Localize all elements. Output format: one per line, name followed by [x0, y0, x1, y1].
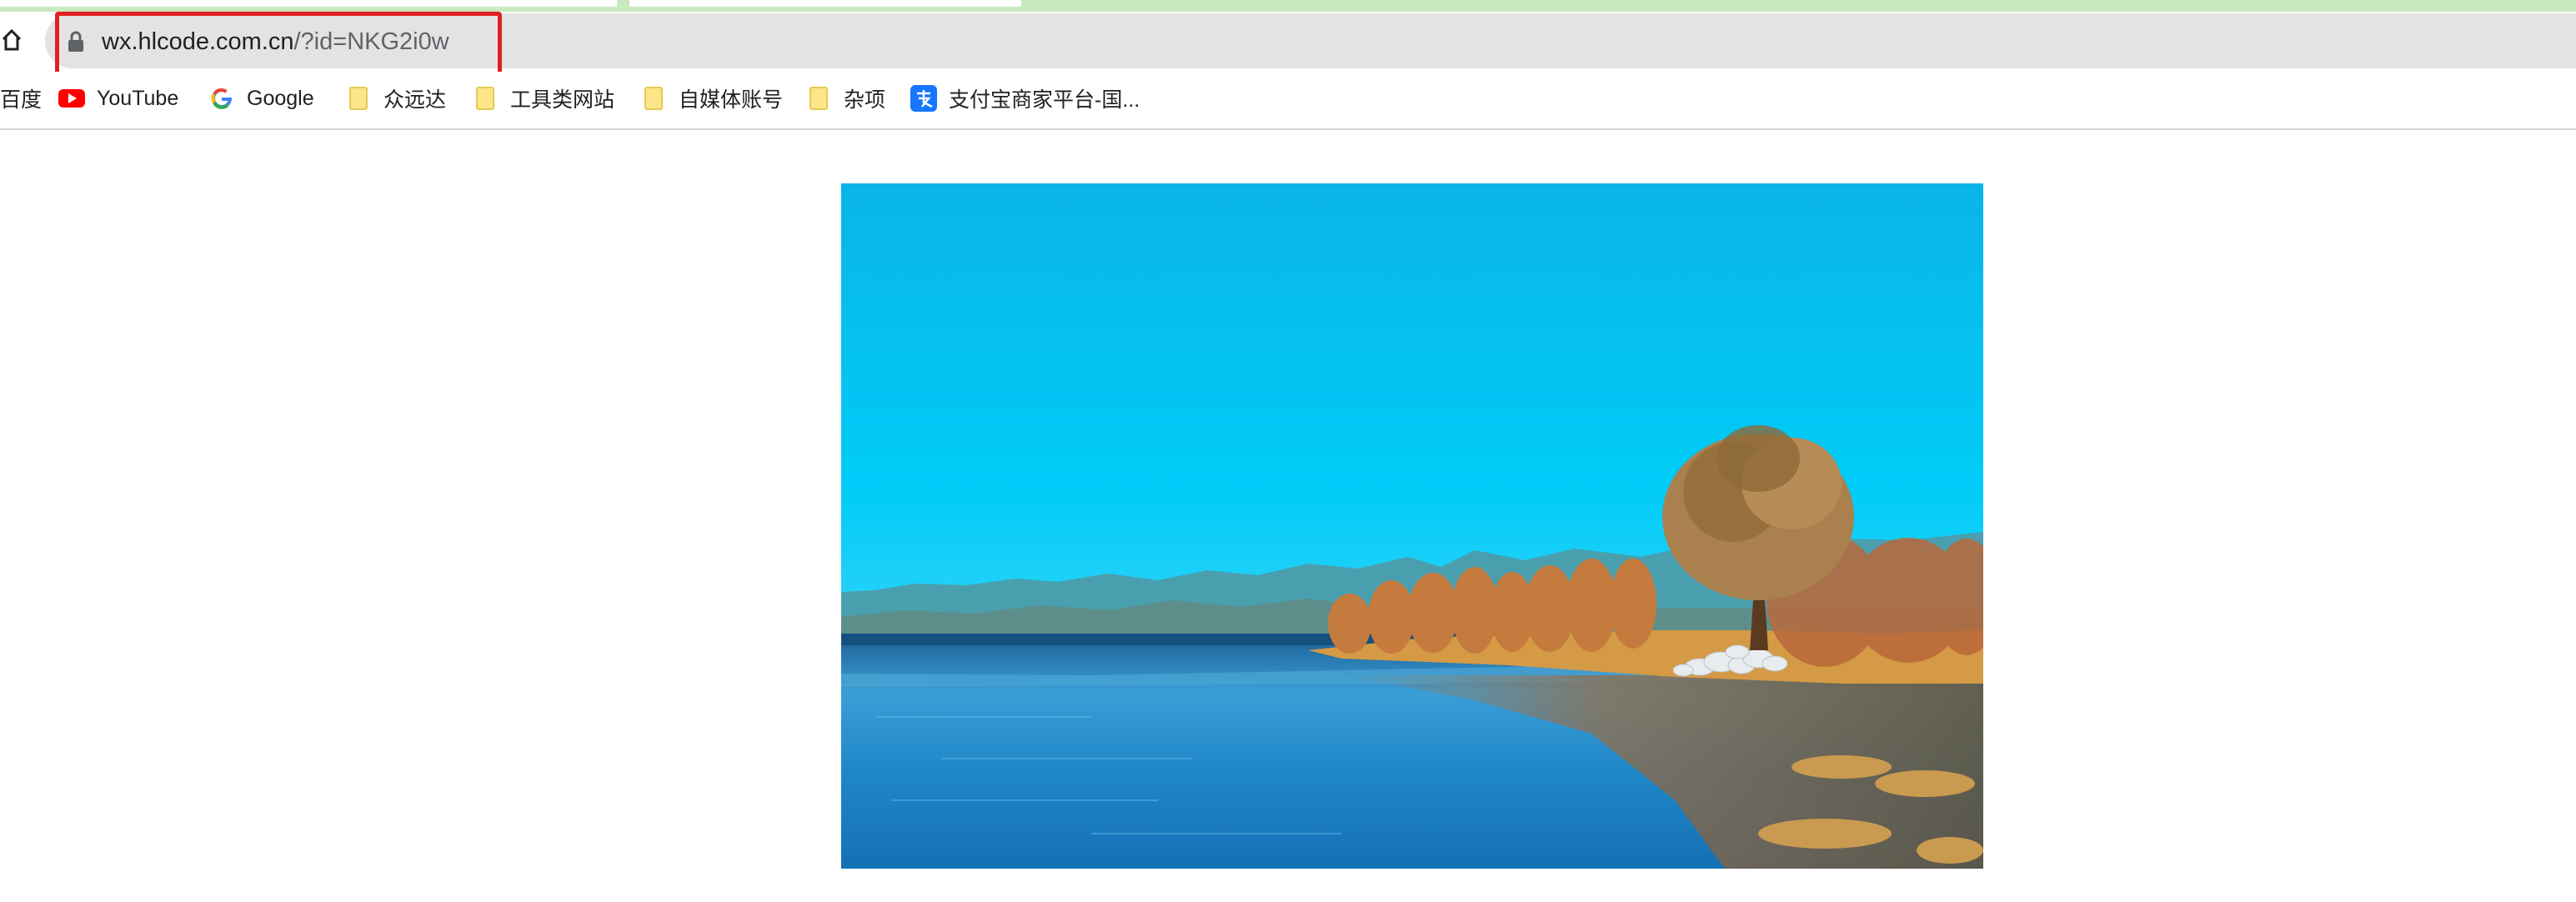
bookmark-label: 百度	[0, 88, 43, 112]
tab-strip	[0, 0, 2576, 12]
toolbar-divider	[0, 128, 2576, 130]
bookmark-label: 众远达	[383, 88, 447, 112]
bookmark-baidu[interactable]: 百度	[0, 72, 42, 125]
folder-icon	[805, 85, 832, 112]
toolbar: wx.hlcode.com.cn/?id=NKG2i0w	[0, 12, 2576, 88]
bookmark-youtube[interactable]: YouTube	[58, 72, 178, 125]
active-tab-edge[interactable]	[0, 0, 617, 7]
folder-icon	[640, 85, 667, 112]
home-button[interactable]	[0, 23, 23, 57]
bookmark-label: 工具类网站	[510, 88, 615, 112]
bookmark-label: Google	[247, 86, 314, 110]
bookmark-alipay[interactable]: 支付宝商家平台-国...	[910, 72, 1140, 125]
folder-icon	[345, 85, 372, 112]
bookmark-folder-media[interactable]: 自媒体账号	[640, 72, 783, 125]
bookmark-label: 支付宝商家平台-国...	[949, 88, 1140, 112]
alipay-icon	[910, 85, 937, 112]
bookmarks-bar: 百度 YouTube Google 众远达 工具类网站 自媒体账号 杂项 支付宝…	[0, 72, 2576, 125]
browser-window: wx.hlcode.com.cn/?id=NKG2i0w 百度 YouTube …	[0, 0, 2576, 902]
bookmark-folder-zhongyuanda[interactable]: 众远达	[345, 72, 446, 125]
home-icon	[2, 29, 22, 51]
google-icon	[208, 85, 235, 112]
bookmark-label: 杂项	[844, 88, 886, 112]
tab-gap	[629, 0, 1021, 7]
landscape-photo	[841, 183, 1983, 869]
folder-icon	[472, 85, 499, 112]
youtube-icon	[58, 85, 85, 112]
bookmark-label: 自媒体账号	[679, 88, 784, 112]
bookmark-label: YouTube	[97, 86, 179, 110]
bookmark-folder-tools[interactable]: 工具类网站	[472, 72, 614, 125]
bookmark-google[interactable]: Google	[208, 72, 314, 125]
bookmark-folder-misc[interactable]: 杂项	[805, 72, 885, 125]
